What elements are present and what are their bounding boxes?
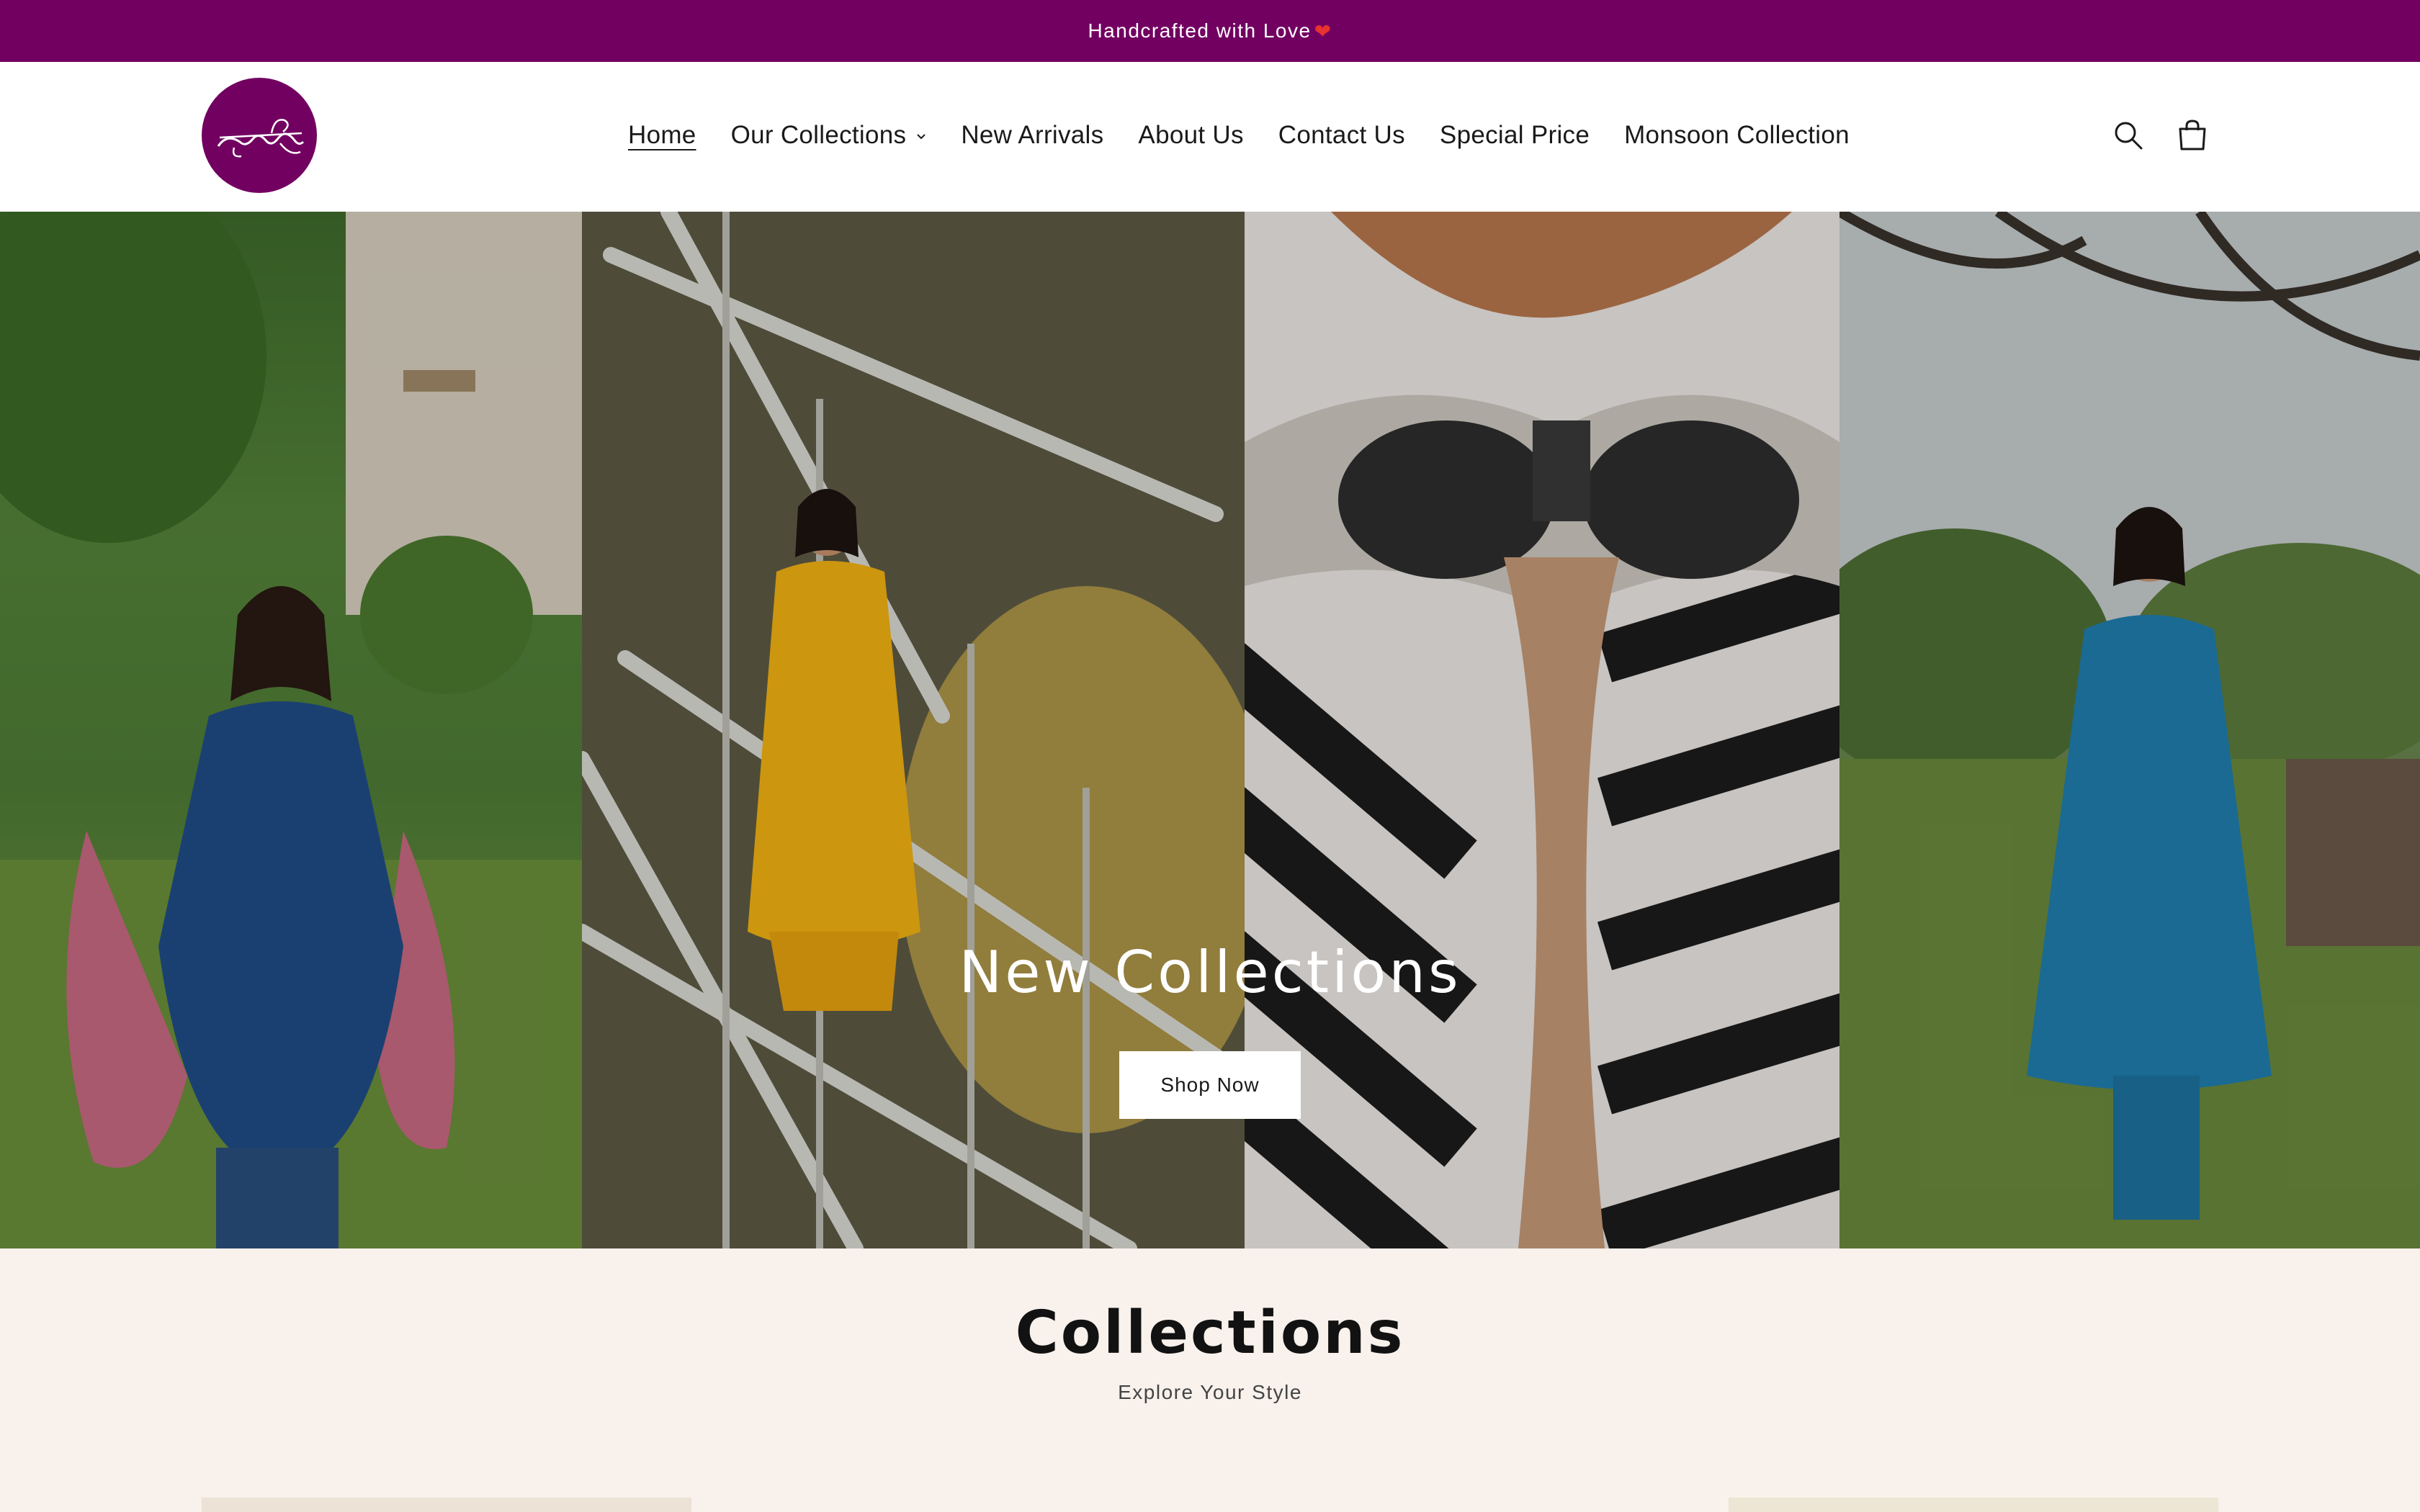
collections-subtitle: Explore Your Style xyxy=(1118,1381,1302,1403)
cart-icon xyxy=(2179,120,2206,150)
collection-card[interactable] xyxy=(1729,1498,2218,1512)
site-header: Home Our Collections New Arrivals About … xyxy=(0,62,2420,212)
hero-banner: New Collections Shop Now xyxy=(0,212,2420,1248)
nav-about-us[interactable]: About Us xyxy=(1138,121,1243,150)
chevron-down-icon xyxy=(917,134,926,140)
nav-new-arrivals[interactable]: New Arrivals xyxy=(961,121,1103,150)
main-nav: Home Our Collections New Arrivals About … xyxy=(628,112,1850,158)
announcement-bar: Handcrafted with Love ❤ xyxy=(0,0,2420,62)
nav-home[interactable]: Home xyxy=(628,121,696,150)
search-button[interactable] xyxy=(2105,112,2151,158)
nav-special-price[interactable]: Special Price xyxy=(1440,121,1590,150)
shop-now-button[interactable]: Shop Now xyxy=(1119,1051,1301,1119)
heart-icon: ❤ xyxy=(1314,19,1332,42)
nav-our-collections[interactable]: Our Collections xyxy=(731,121,927,150)
logo-script-icon xyxy=(217,119,305,158)
collections-section: Collections Explore Your Style xyxy=(0,1248,2420,1512)
nav-our-collections-label: Our Collections xyxy=(730,121,907,149)
search-icon xyxy=(2115,122,2143,150)
announcement-text: Handcrafted with Love xyxy=(1088,19,1312,42)
collections-title: Collections xyxy=(1015,1299,1405,1367)
nav-contact-us[interactable]: Contact Us xyxy=(1278,121,1405,150)
cart-button[interactable] xyxy=(2169,112,2215,158)
brand-logo[interactable] xyxy=(202,78,317,193)
collection-card[interactable] xyxy=(202,1498,691,1512)
hero-title: New Collections xyxy=(959,939,1461,1006)
nav-monsoon-collection[interactable]: Monsoon Collection xyxy=(1624,121,1850,150)
